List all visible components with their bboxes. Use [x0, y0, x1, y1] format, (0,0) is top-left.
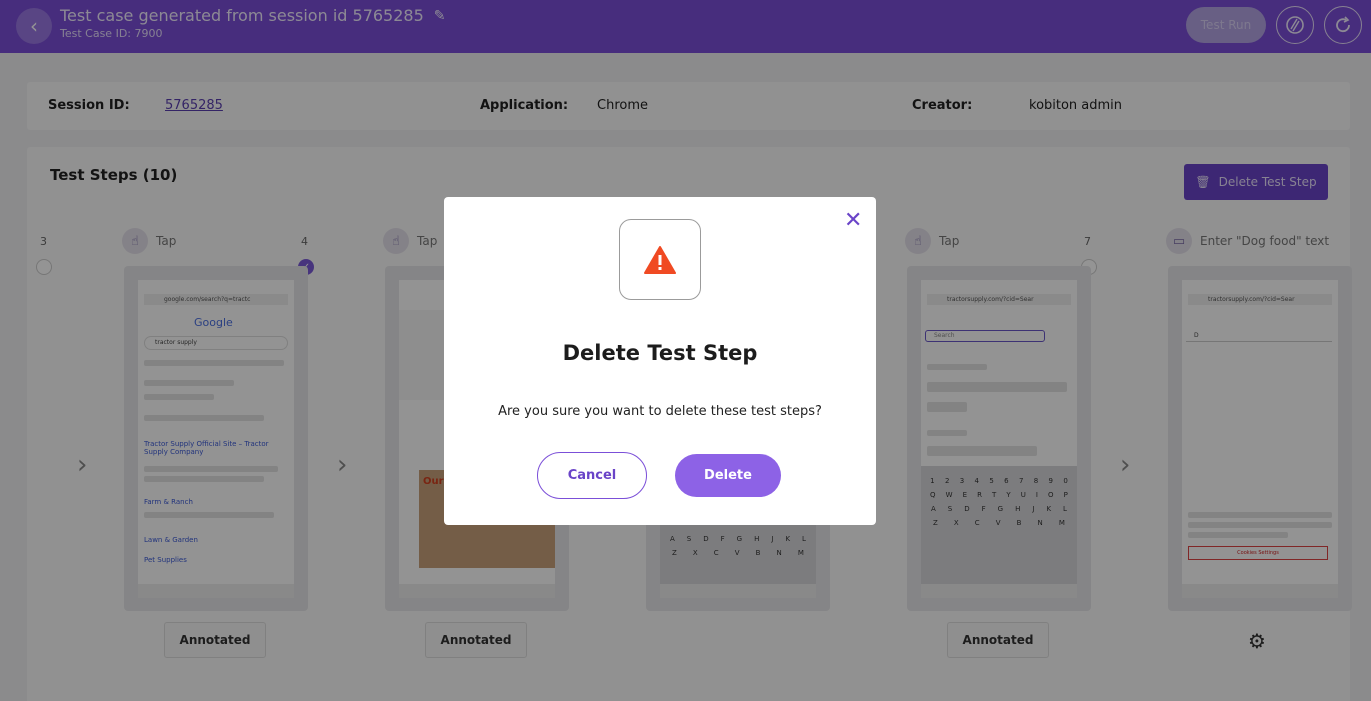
warning-icon — [644, 245, 676, 274]
cancel-button[interactable]: Cancel — [537, 452, 647, 499]
warning-icon-box — [619, 219, 701, 300]
dialog-title: Delete Test Step — [562, 341, 758, 365]
delete-button[interactable]: Delete — [675, 454, 781, 497]
close-icon[interactable]: ✕ — [844, 209, 862, 233]
delete-confirmation-dialog: ✕ Delete Test Step Are you sure you want… — [444, 197, 876, 525]
dialog-message: Are you sure you want to delete these te… — [498, 404, 822, 419]
